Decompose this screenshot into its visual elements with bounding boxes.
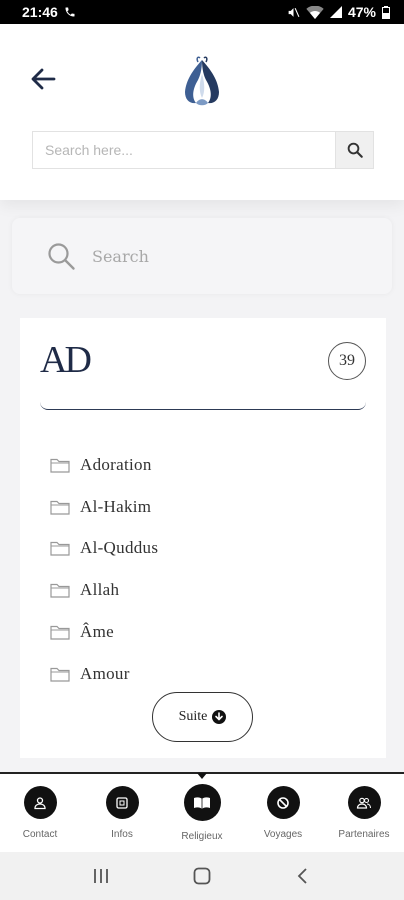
bottom-navigation: Contact Infos Religieux Voyages Partenai… — [0, 772, 404, 852]
list-item-label: Al-Quddus — [80, 538, 159, 558]
list-item-label: Allah — [80, 580, 120, 600]
system-back-icon[interactable] — [293, 866, 313, 886]
folder-icon — [50, 667, 70, 682]
list-item[interactable]: Âme — [50, 611, 158, 653]
category-search-bar[interactable]: Search — [12, 218, 392, 294]
list-item-label: Âme — [80, 622, 114, 642]
prohibited-icon — [266, 786, 300, 819]
active-tab-marker — [197, 773, 207, 779]
app-logo[interactable] — [176, 54, 228, 108]
nav-item-label: Voyages — [263, 829, 303, 840]
nav-item-partenaires[interactable]: Partenaires — [324, 786, 404, 840]
mute-icon — [288, 7, 300, 17]
list-item[interactable]: Adoration — [50, 444, 158, 486]
more-button-label: Suite — [178, 709, 208, 724]
book-icon — [183, 784, 221, 821]
folder-icon — [50, 542, 70, 557]
category-card: AD 39 Adoration Al-Hakim Al-Quddus Allah… — [20, 318, 386, 758]
category-list: Adoration Al-Hakim Al-Quddus Allah Âme A… — [50, 444, 158, 695]
folder-icon — [50, 458, 70, 473]
nav-item-label: Contact — [22, 829, 58, 840]
nav-item-religieux[interactable]: Religieux — [162, 784, 242, 842]
count-badge: 39 — [328, 342, 366, 380]
section-logo: AD — [40, 339, 92, 381]
battery-icon — [382, 5, 390, 19]
nav-item-infos[interactable]: Infos — [82, 786, 162, 840]
arrow-down-circle-icon — [212, 710, 227, 724]
back-arrow-icon[interactable] — [28, 64, 58, 94]
card-divider — [40, 402, 366, 410]
nav-item-label: Partenaires — [338, 829, 390, 840]
status-bar: 21:46 47% — [0, 0, 404, 24]
list-item[interactable]: Allah — [50, 569, 158, 611]
list-item-label: Adoration — [80, 454, 152, 474]
nav-item-label: Religieux — [181, 831, 223, 842]
folder-icon — [50, 500, 70, 515]
folder-icon — [50, 584, 70, 598]
recent-apps-icon[interactable] — [91, 867, 111, 885]
header-search-button[interactable] — [335, 132, 373, 168]
nav-item-label: Infos — [111, 829, 133, 840]
signal-icon — [329, 6, 342, 18]
list-item-label: Amour — [80, 663, 130, 683]
header-search-bar — [32, 131, 374, 169]
home-icon[interactable] — [192, 866, 212, 886]
phone-call-icon — [65, 7, 75, 17]
status-time: 21:46 — [22, 4, 58, 20]
category-search-label: Search — [92, 246, 149, 266]
list-item[interactable]: Amour — [50, 653, 158, 695]
battery-percentage: 47% — [347, 4, 376, 20]
header-search-input[interactable] — [33, 132, 335, 168]
person-icon — [23, 786, 57, 819]
nav-item-voyages[interactable]: Voyages — [243, 786, 323, 840]
wifi-icon — [306, 5, 324, 19]
nav-item-contact[interactable]: Contact — [0, 786, 80, 840]
more-button[interactable]: Suite — [152, 692, 253, 742]
search-icon — [48, 243, 75, 270]
search-icon — [347, 142, 363, 158]
system-navigation-bar — [0, 852, 404, 900]
list-item-label: Al-Hakim — [80, 496, 152, 516]
people-icon — [347, 786, 381, 819]
folder-icon — [50, 625, 70, 640]
info-icon — [105, 786, 139, 819]
list-item[interactable]: Al-Quddus — [50, 528, 158, 570]
app-header — [0, 24, 404, 200]
list-item[interactable]: Al-Hakim — [50, 486, 158, 528]
